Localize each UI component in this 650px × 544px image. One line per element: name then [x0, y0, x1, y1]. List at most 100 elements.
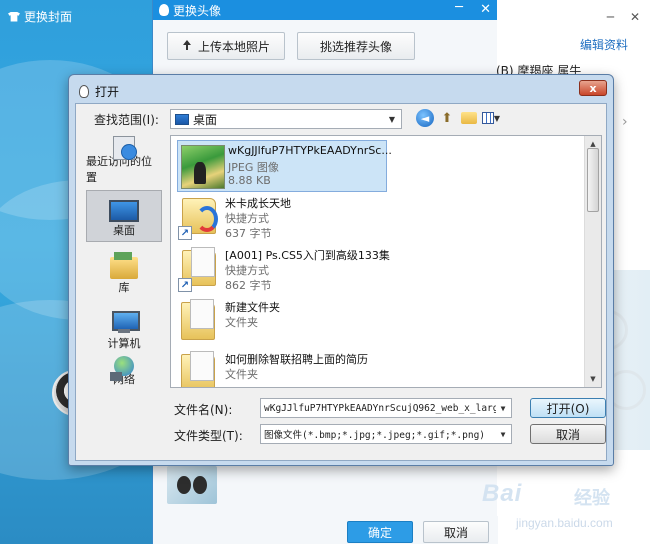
file-name: 如何删除智联招聘上面的简历: [225, 353, 368, 366]
file-item-folder[interactable]: 新建文件夹 文件夹: [175, 296, 581, 348]
avatar-close-button[interactable]: ✕: [480, 2, 491, 17]
watermark-brand-suffix: 经验: [574, 488, 610, 508]
watermark-url: jingyan.baidu.com: [516, 516, 613, 530]
scroll-thumb[interactable]: [587, 148, 599, 212]
places-bar: 最近访问的位置 桌面 库 计算机 网络: [82, 134, 164, 390]
avatar-cancel-button[interactable]: 取消: [423, 521, 489, 543]
chevron-down-icon[interactable]: ▼: [496, 426, 510, 442]
file-type: 文件夹: [225, 368, 258, 381]
computer-icon: [110, 311, 140, 335]
open-file-dialog: 打开 x 查找范围(I): 桌面 ▼ ◄ ⬆ ▼ 最近访问的位置 桌面 库 计算…: [68, 74, 614, 466]
file-type: 快捷方式: [225, 212, 269, 225]
file-list: wKgJJlfuP7HTYPkEAADYnrSc... JPEG 图像 8.88…: [170, 135, 602, 388]
folder-icon: [181, 351, 215, 387]
file-name: 新建文件夹: [225, 301, 280, 314]
new-folder-icon: [461, 112, 477, 124]
look-in-label: 查找范围(I):: [94, 113, 159, 127]
dialog-close-button[interactable]: x: [579, 80, 607, 96]
libraries-icon: [110, 252, 138, 279]
baidu-paw-icon: [544, 486, 562, 504]
file-item-folder[interactable]: 如何删除智联招聘上面的简历 文件夹: [175, 348, 581, 387]
avatar-window-titlebar: 更换头像: [153, 0, 497, 20]
close-button[interactable]: ✕: [630, 10, 640, 24]
file-name: [A001] Ps.CS5入门到高级133集: [225, 249, 390, 262]
avatar-window-title: 更换头像: [173, 3, 222, 18]
filename-label: 文件名(N):: [174, 403, 233, 417]
file-list-scrollbar[interactable]: ▲ ▼: [584, 136, 601, 387]
upload-local-photo-button[interactable]: 上传本地照片: [167, 32, 285, 60]
dialog-cancel-button[interactable]: 取消: [530, 424, 606, 444]
filetype-dropdown[interactable]: 图像文件(*.bmp;*.jpg;*.jpeg;*.gif;*.png) ▼: [260, 424, 512, 444]
dialog-body: 查找范围(I): 桌面 ▼ ◄ ⬆ ▼ 最近访问的位置 桌面 库 计算机 网络 …: [75, 103, 607, 461]
shortcut-icon: ↗: [178, 196, 222, 240]
place-libraries[interactable]: 库: [86, 246, 162, 298]
avatar-preview-thumbnail[interactable]: [167, 466, 217, 504]
document-icon: [190, 351, 214, 381]
avatar-window-footer: 确定 取消: [153, 516, 498, 544]
document-icon: [191, 247, 215, 277]
next-arrow-icon[interactable]: ›: [622, 114, 628, 130]
qq-penguin-icon: [159, 4, 169, 16]
look-in-dropdown[interactable]: 桌面 ▼: [170, 109, 402, 129]
shortcut-icon: ↗: [178, 247, 222, 292]
up-folder-icon[interactable]: ⬆: [438, 109, 456, 127]
document-icon: [190, 299, 214, 329]
view-icon: [482, 112, 494, 124]
chevron-down-icon: ▼: [493, 113, 500, 123]
file-name: 米卡成长天地: [225, 197, 291, 210]
filetype-label: 文件类型(T):: [174, 429, 243, 443]
place-label: 库: [118, 281, 130, 294]
chevron-down-icon[interactable]: ▼: [496, 400, 510, 416]
penguin-figure: [193, 476, 207, 494]
recommend-button-label: 挑选推荐头像: [319, 39, 392, 54]
baidu-jingyan-watermark: Bai 经验 jingyan.baidu.com: [482, 476, 642, 540]
file-item-shortcut[interactable]: ↗ [A001] Ps.CS5入门到高级133集 快捷方式 862 字节: [175, 244, 581, 296]
place-computer[interactable]: 计算机: [86, 302, 162, 354]
file-type: 文件夹: [225, 316, 258, 329]
place-desktop[interactable]: 桌面: [86, 190, 162, 242]
recommended-avatars-button[interactable]: 挑选推荐头像: [297, 32, 415, 60]
file-name: wKgJJlfuP7HTYPkEAADYnrSc...: [228, 144, 392, 157]
avatar-minimize-button[interactable]: ─: [455, 0, 463, 15]
filetype-value: 图像文件(*.bmp;*.jpg;*.jpeg;*.gif;*.png): [264, 430, 486, 441]
file-type: JPEG 图像: [228, 161, 279, 174]
place-network[interactable]: 网络: [86, 356, 162, 390]
qq-penguin-icon: [79, 85, 89, 98]
change-cover-title[interactable]: 更换封面: [8, 8, 72, 25]
shortcut-arrow-icon: ↗: [178, 278, 192, 292]
file-item-shortcut[interactable]: ↗ 米卡成长天地 快捷方式 637 字节: [175, 192, 581, 244]
place-label: 桌面: [113, 224, 135, 237]
shirt-icon: [8, 11, 20, 22]
filename-input[interactable]: wKgJJlfuP7HTYPkEAADYnrScujQ962_web_x_lar…: [260, 398, 512, 418]
upload-button-label: 上传本地照片: [197, 39, 270, 54]
file-item-jpeg[interactable]: wKgJJlfuP7HTYPkEAADYnrSc... JPEG 图像 8.88…: [177, 140, 392, 192]
shortcut-arrow-icon: ↗: [178, 226, 192, 240]
dialog-titlebar: 打开: [79, 83, 119, 100]
desktop-icon: [109, 200, 139, 222]
scroll-down-icon[interactable]: ▼: [585, 371, 601, 387]
folder-icon: [181, 299, 215, 340]
open-button[interactable]: 打开(O): [530, 398, 606, 418]
new-folder-button[interactable]: [460, 109, 478, 127]
edit-profile-link[interactable]: 编辑资料: [580, 36, 628, 53]
look-in-value: 桌面: [193, 112, 218, 127]
file-size: 8.88 KB: [228, 174, 271, 187]
desktop-icon: [175, 113, 189, 125]
file-type: 快捷方式: [225, 264, 269, 277]
minimize-button[interactable]: ─: [607, 10, 614, 24]
view-menu-button[interactable]: ▼: [482, 109, 500, 127]
app-logo-icon: [196, 206, 218, 232]
penguin-figure: [177, 476, 191, 494]
upload-icon: [182, 40, 192, 52]
jpeg-thumbnail-icon: [181, 145, 225, 189]
file-size: 862 字节: [225, 279, 272, 292]
change-cover-label: 更换封面: [24, 10, 73, 24]
dialog-title: 打开: [95, 85, 120, 99]
place-recent[interactable]: 最近访问的位置: [86, 136, 162, 188]
file-size: 637 字节: [225, 227, 272, 240]
ok-button[interactable]: 确定: [347, 521, 413, 543]
filename-value: wKgJJlfuP7HTYPkEAADYnrScujQ962_web_x_lar…: [264, 402, 510, 414]
network-icon: [110, 356, 138, 381]
chevron-down-icon[interactable]: ▼: [385, 112, 399, 126]
back-icon[interactable]: ◄: [416, 109, 434, 127]
